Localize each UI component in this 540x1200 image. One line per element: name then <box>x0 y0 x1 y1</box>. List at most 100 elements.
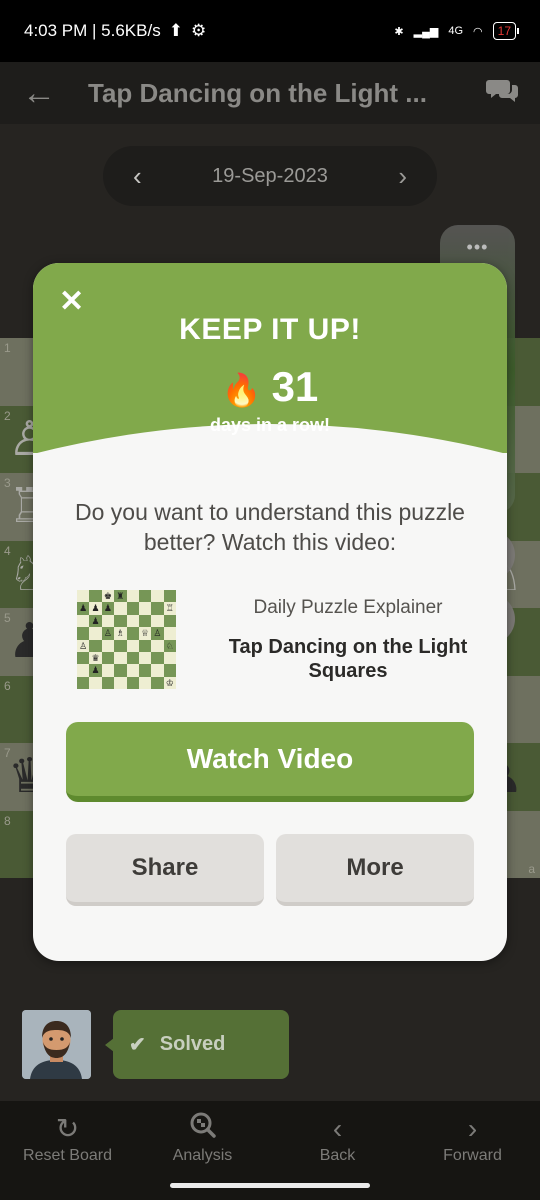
video-subtitle: Daily Puzzle Explainer <box>253 597 443 618</box>
thumb-square <box>101 664 115 677</box>
thumb-square <box>138 676 152 689</box>
status-bar: 4:03 PM | 5.6KB/s ⬆ ⚙ ✱ ▂▄▆ 4G ◠ 17 <box>0 0 540 62</box>
top-bar: ← Tap Dancing on the Light ... <box>0 62 540 124</box>
thumb-square <box>151 639 164 652</box>
thumb-square <box>138 664 152 677</box>
thumb-square <box>114 602 127 615</box>
puzzle-thumbnail[interactable]: ♚ ♜ ♟ ♟ ♟ ♖ ♟ ♙ ♗ ♕ ♙ ♙ ♘ ♛ ♟ ♔ <box>77 590 176 689</box>
thumb-square <box>77 664 90 677</box>
thumb-square <box>126 627 139 640</box>
home-indicator[interactable] <box>170 1183 370 1188</box>
analysis-icon <box>189 1111 217 1147</box>
thumb-square: ♕ <box>138 627 152 640</box>
previous-date-icon[interactable]: ‹ <box>133 161 142 192</box>
thumb-square <box>89 627 102 640</box>
thumb-square <box>151 651 164 665</box>
wifi-icon: ◠ <box>473 25 483 38</box>
status-time: 4:03 PM | 5.6KB/s <box>24 21 161 40</box>
thumb-square <box>163 651 176 665</box>
page-title: Tap Dancing on the Light ... <box>88 77 427 108</box>
file-label: a <box>528 862 535 876</box>
video-title[interactable]: Tap Dancing on the Light Squares <box>203 635 493 683</box>
forward-button[interactable]: › Forward <box>405 1101 540 1200</box>
streak-label: days in a row! <box>209 415 331 435</box>
thumb-square <box>163 664 176 677</box>
thumb-square <box>126 614 139 628</box>
streak-count: 31 <box>271 363 319 410</box>
thumb-square <box>138 639 152 652</box>
thumb-square: ♚ <box>101 590 115 603</box>
thumb-square <box>114 676 127 689</box>
thumb-square <box>138 651 152 665</box>
thumb-square <box>138 614 152 628</box>
thumb-square: ♟ <box>101 602 115 615</box>
next-date-icon[interactable]: › <box>398 161 407 192</box>
chat-icon[interactable] <box>478 77 518 110</box>
rank-label: 8 <box>4 813 11 828</box>
solved-status-badge: ✔ Solved <box>105 1010 289 1079</box>
thumb-square: ♗ <box>114 627 127 640</box>
thumb-square: ♛ <box>89 651 102 665</box>
settings-icon: ⚙ <box>190 21 207 40</box>
signal-icon: ▂▄▆ <box>413 25 439 38</box>
thumb-square: ♜ <box>114 590 127 603</box>
thumb-square <box>89 590 102 603</box>
bluetooth-icon: ✱ <box>394 25 404 38</box>
more-options-icon[interactable]: ••• <box>440 237 515 258</box>
thumb-square: ♟ <box>89 614 102 628</box>
watch-video-button[interactable]: Watch Video <box>66 722 474 802</box>
thumb-square: ♖ <box>163 602 176 615</box>
video-prompt-text: Do you want to understand this puzzle be… <box>75 499 465 555</box>
thumb-square: ♘ <box>163 639 176 652</box>
analysis-label: Analysis <box>172 1147 233 1164</box>
thumb-square <box>163 590 176 603</box>
thumb-square <box>101 676 115 689</box>
thumb-square <box>89 676 102 689</box>
thumb-square: ♙ <box>77 639 90 652</box>
thumb-square <box>151 602 164 615</box>
thumb-square <box>138 602 152 615</box>
thumb-square <box>77 651 90 665</box>
thumb-square: ♙ <box>151 627 164 640</box>
more-button[interactable]: More <box>276 834 474 906</box>
thumb-square <box>89 639 102 652</box>
reset-board-button[interactable]: ↻ Reset Board <box>0 1101 135 1200</box>
thumb-square <box>77 614 90 628</box>
thumb-square <box>151 590 164 603</box>
thumb-square <box>138 590 152 603</box>
thumb-square: ♔ <box>163 676 176 689</box>
thumb-square: ♟ <box>89 602 102 615</box>
avatar[interactable] <box>22 1010 91 1079</box>
solved-label: Solved <box>159 1033 226 1055</box>
streak-counter: 🔥 31 <box>33 363 507 411</box>
streak-headline: KEEP IT UP! <box>179 313 361 346</box>
thumb-square: ♟ <box>77 602 90 615</box>
thumb-square <box>114 651 127 665</box>
bottom-toolbar: ↻ Reset Board Analysis ‹ Back › Forward <box>0 1101 540 1200</box>
back-arrow-icon[interactable]: ← <box>22 74 72 113</box>
thumb-square <box>77 590 90 603</box>
chevron-left-icon: ‹ <box>332 1113 343 1144</box>
thumb-square <box>126 664 139 677</box>
streak-modal: ✕ KEEP IT UP! 🔥 31 days in a row! Do you … <box>33 263 507 961</box>
reset-board-label: Reset Board <box>23 1147 112 1164</box>
thumb-square <box>163 627 176 640</box>
share-button[interactable]: Share <box>66 834 264 906</box>
chevron-right-icon: › <box>467 1113 478 1144</box>
thumb-square <box>101 651 115 665</box>
reset-icon: ↻ <box>55 1113 80 1144</box>
thumb-square <box>101 614 115 628</box>
puzzle-date: 19-Sep-2023 <box>212 164 328 187</box>
thumb-square <box>126 590 139 603</box>
thumb-square <box>114 664 127 677</box>
thumb-square <box>114 614 127 628</box>
avatar-image <box>22 1010 91 1079</box>
thumb-square <box>126 639 139 652</box>
thumb-square <box>151 664 164 677</box>
thumb-square <box>163 614 176 628</box>
thumb-square: ♙ <box>101 627 115 640</box>
thumb-square <box>151 676 164 689</box>
thumb-square <box>151 614 164 628</box>
forward-label: Forward <box>443 1147 502 1164</box>
battery-indicator: 17 <box>492 22 520 40</box>
